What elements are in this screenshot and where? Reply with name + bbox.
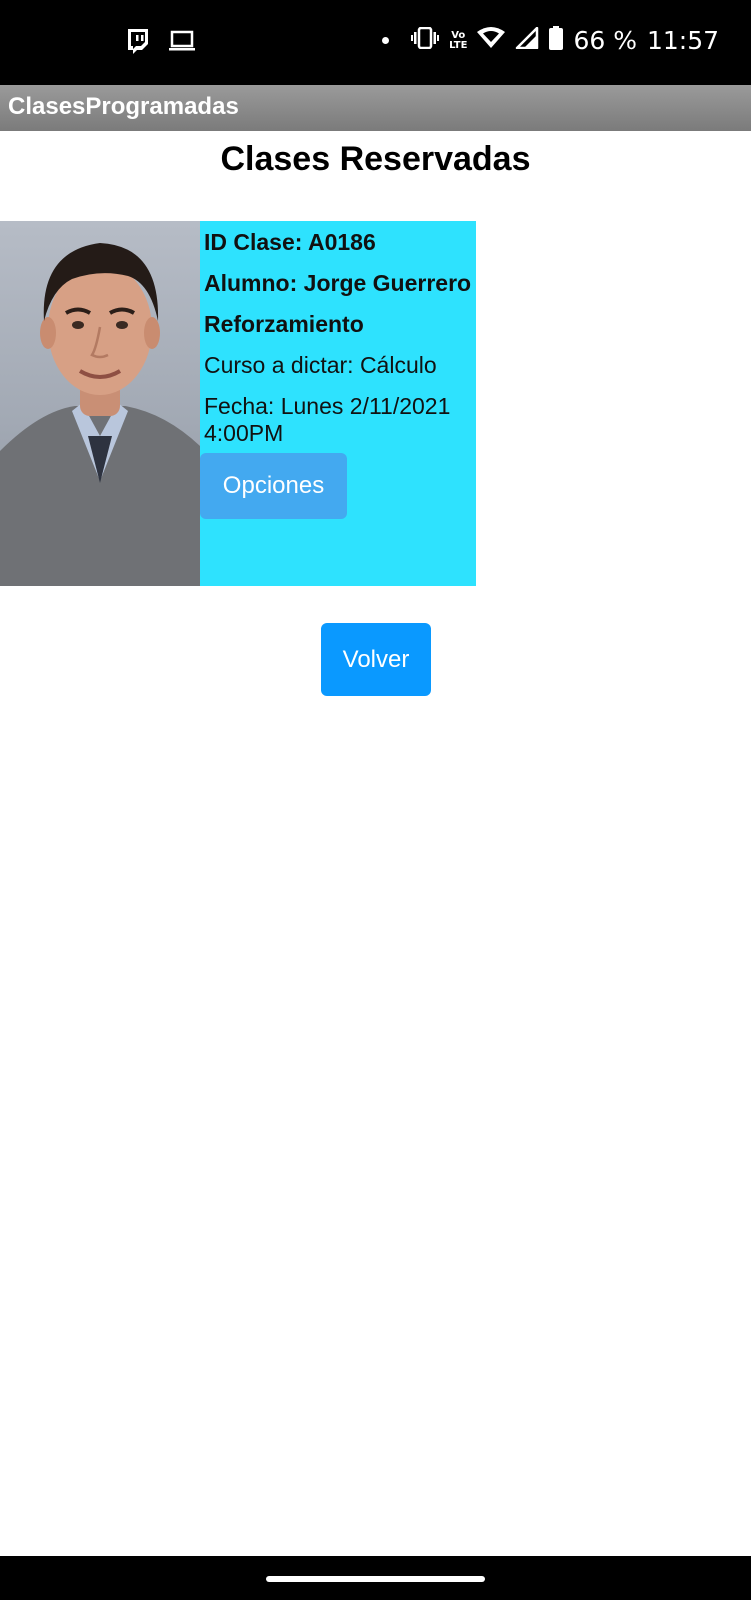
status-left-icons	[126, 28, 196, 59]
volte-label-bottom: LTE	[449, 39, 468, 51]
class-id: ID Clase: A0186	[204, 229, 376, 255]
class-type: Reforzamiento	[204, 311, 364, 337]
options-button[interactable]: Opciones	[200, 453, 347, 519]
battery-icon	[549, 26, 564, 55]
clock: 11:57	[646, 26, 719, 55]
app-title: ClasesProgramadas	[8, 93, 239, 120]
student-name: Alumno: Jorge Guerrero	[204, 270, 472, 296]
home-gesture-handle[interactable]	[266, 1576, 485, 1582]
laptop-icon	[168, 30, 196, 57]
status-bar: Vo LTE 66 % 11:57	[0, 0, 751, 85]
class-date: Fecha: Lunes 2/11/2021	[204, 393, 451, 419]
volte-label-top: Vo	[451, 29, 466, 41]
wifi-icon	[477, 27, 506, 54]
battery-percentage: 66 %	[573, 26, 637, 55]
student-photo	[0, 221, 200, 586]
course-name: Curso a dictar: Cálculo	[204, 352, 437, 378]
twitch-icon	[126, 28, 150, 59]
page-title: Clases Reservadas	[220, 140, 531, 178]
class-card: ID Clase: A0186 Alumno: Jorge Guerrero R…	[0, 221, 476, 586]
navigation-bar	[0, 1556, 751, 1600]
volte-icon: Vo LTE	[449, 29, 468, 51]
status-right-icons: Vo LTE 66 % 11:57	[382, 26, 719, 55]
app-bar: ClasesProgramadas	[0, 85, 751, 131]
class-time: 4:00PM	[204, 420, 284, 446]
vibrate-icon	[411, 26, 440, 54]
back-button[interactable]: Volver	[321, 623, 431, 696]
signal-icon	[515, 26, 539, 54]
notification-dot-icon	[382, 37, 390, 44]
